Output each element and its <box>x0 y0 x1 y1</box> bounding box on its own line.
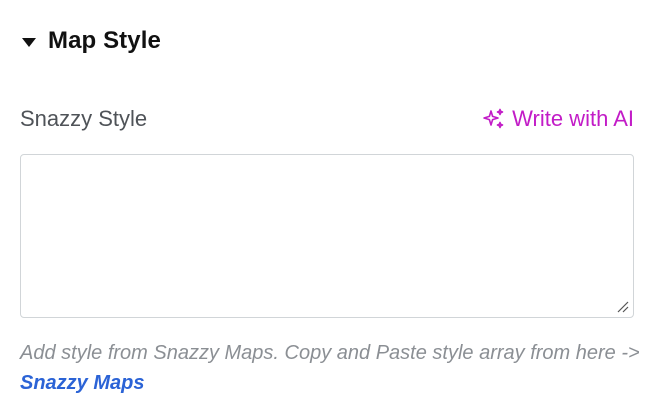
write-with-ai-button[interactable]: Write with AI <box>482 106 634 132</box>
resize-handle-icon[interactable] <box>615 299 629 313</box>
caret-down-icon <box>22 37 36 47</box>
snazzy-style-label: Snazzy Style <box>20 106 148 131</box>
snazzy-style-textarea[interactable] <box>21 155 633 317</box>
snazzy-maps-link[interactable]: Snazzy Maps <box>20 372 144 394</box>
snazzy-style-textarea-container <box>20 154 634 318</box>
map-style-panel: Map Style Snazzy Style Write with AI Add… <box>0 0 654 406</box>
help-text: Add style from Snazzy Maps. Copy and Pas… <box>20 338 640 398</box>
help-text-body: Add style from Snazzy Maps. Copy and Pas… <box>20 342 640 364</box>
map-style-section-toggle[interactable]: Map Style <box>22 24 161 58</box>
sparkles-icon <box>482 107 506 131</box>
write-with-ai-label: Write with AI <box>512 106 634 131</box>
section-title: Map Style <box>48 27 161 54</box>
